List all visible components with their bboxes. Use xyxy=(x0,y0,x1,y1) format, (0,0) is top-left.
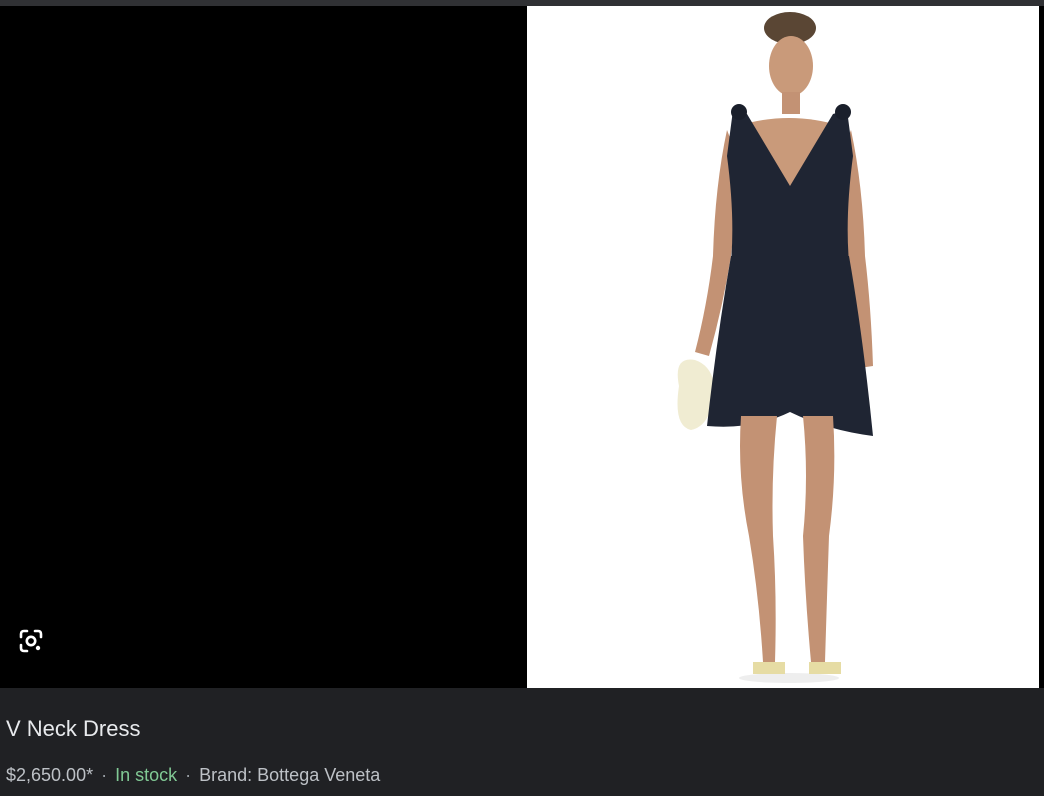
product-info: V Neck Dress $2,650.00* · In stock · Brand: … xyxy=(0,688,1044,796)
product-image[interactable] xyxy=(527,6,1039,688)
image-viewer xyxy=(0,6,1044,688)
google-lens-icon xyxy=(19,629,43,653)
separator-dot: · xyxy=(101,765,108,785)
product-brand: Brand: Bottega Veneta xyxy=(199,765,381,785)
dress-illustration xyxy=(527,6,1039,688)
separator-dot: · xyxy=(185,765,192,785)
stock-status: In stock xyxy=(115,765,178,785)
lens-search-button[interactable] xyxy=(14,626,48,656)
product-price: $2,650.00* xyxy=(6,765,94,785)
product-title[interactable]: V Neck Dress xyxy=(6,716,140,742)
product-meta: $2,650.00* · In stock · Brand: Bottega Venet… xyxy=(6,765,380,786)
